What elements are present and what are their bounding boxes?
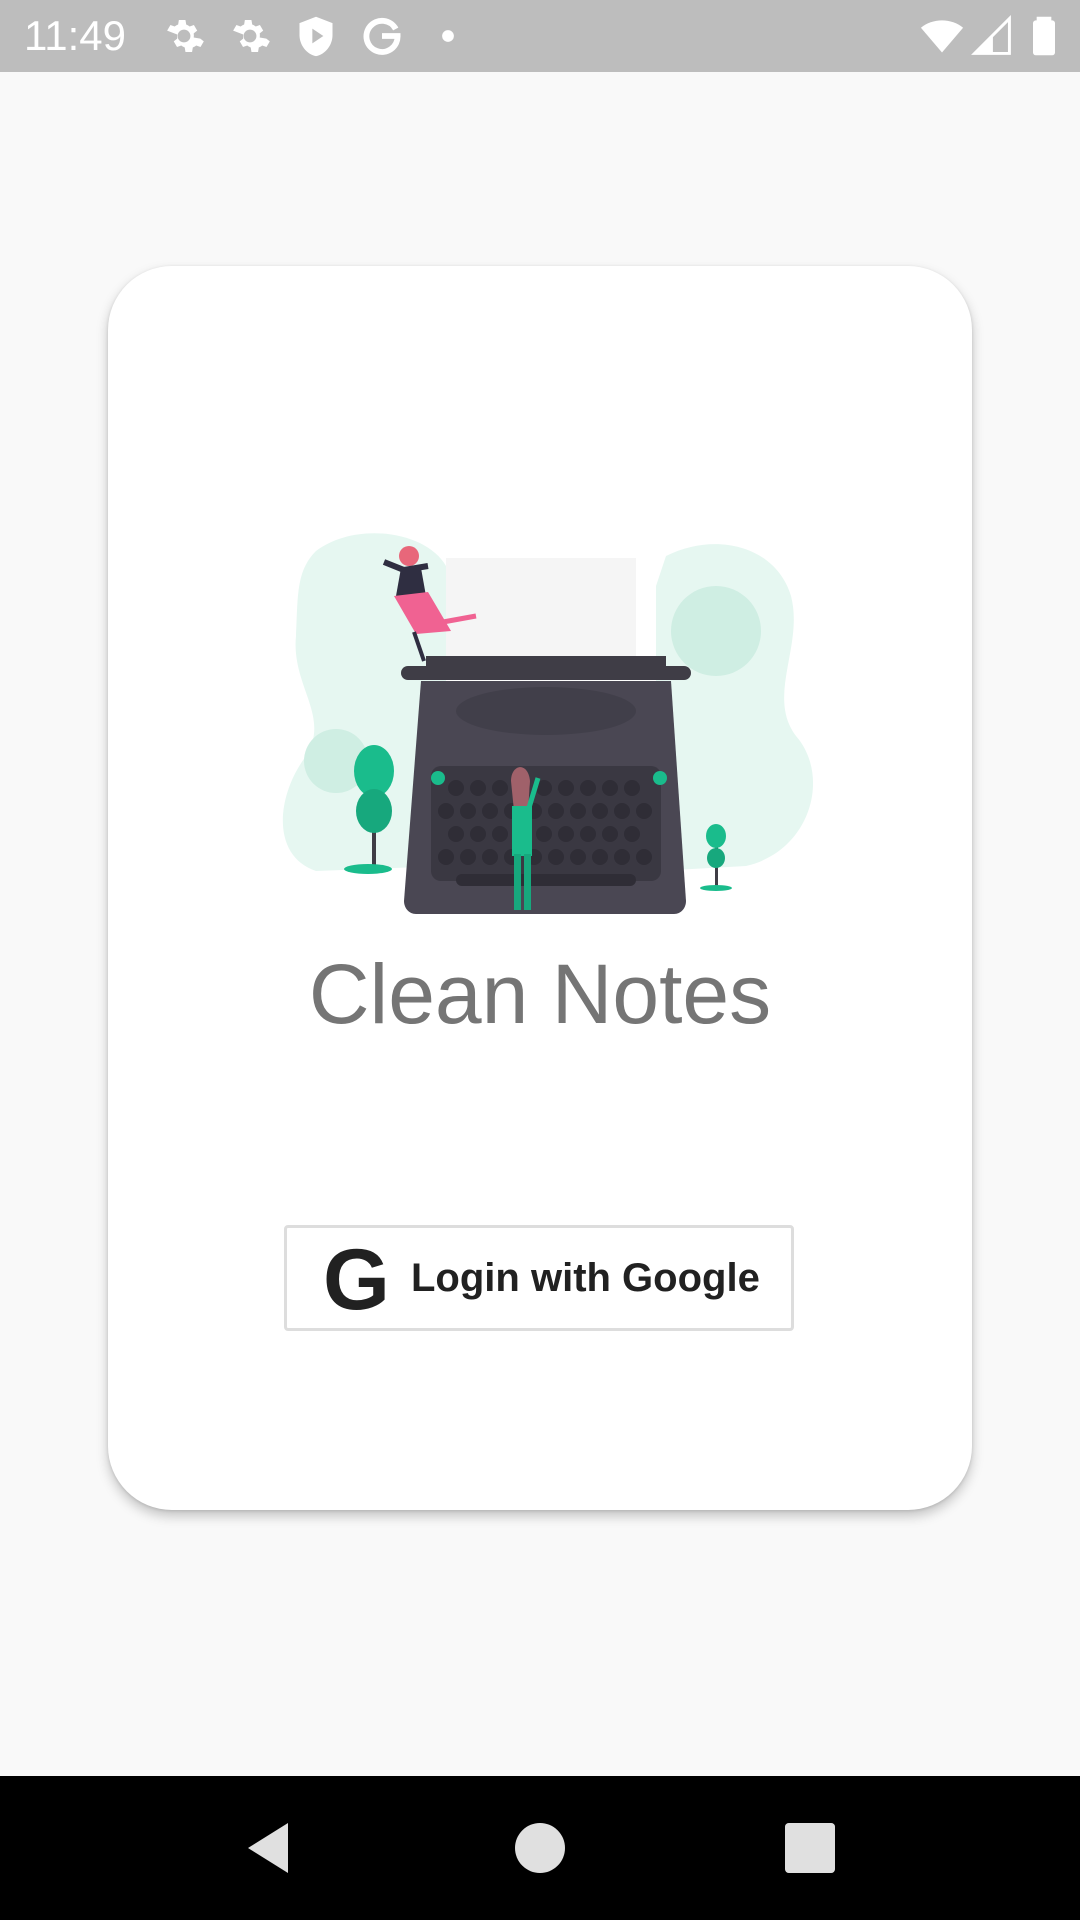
login-with-google-button[interactable]: G Login with Google [284, 1225, 794, 1331]
navigation-bar [0, 1776, 1080, 1920]
back-icon[interactable] [238, 1818, 298, 1878]
login-card: Clean Notes G Login with Google [108, 266, 972, 1510]
battery-icon [1022, 14, 1066, 58]
typewriter-illustration [282, 533, 814, 914]
recents-icon[interactable] [780, 1818, 840, 1878]
dot-icon [426, 14, 470, 58]
app-title: Clean Notes [308, 947, 772, 1041]
wifi-icon [920, 14, 964, 58]
settings-icon [162, 14, 206, 58]
google-icon [360, 14, 404, 58]
status-time: 11:49 [24, 12, 126, 59]
cellular-signal-icon [970, 14, 1014, 58]
login-button-label: Login with Google [411, 1256, 760, 1300]
shield-play-icon [294, 14, 338, 58]
google-icon: G [323, 1232, 390, 1328]
home-icon[interactable] [510, 1818, 570, 1878]
status-bar: 11:49 [0, 0, 1080, 72]
settings-icon [228, 14, 272, 58]
